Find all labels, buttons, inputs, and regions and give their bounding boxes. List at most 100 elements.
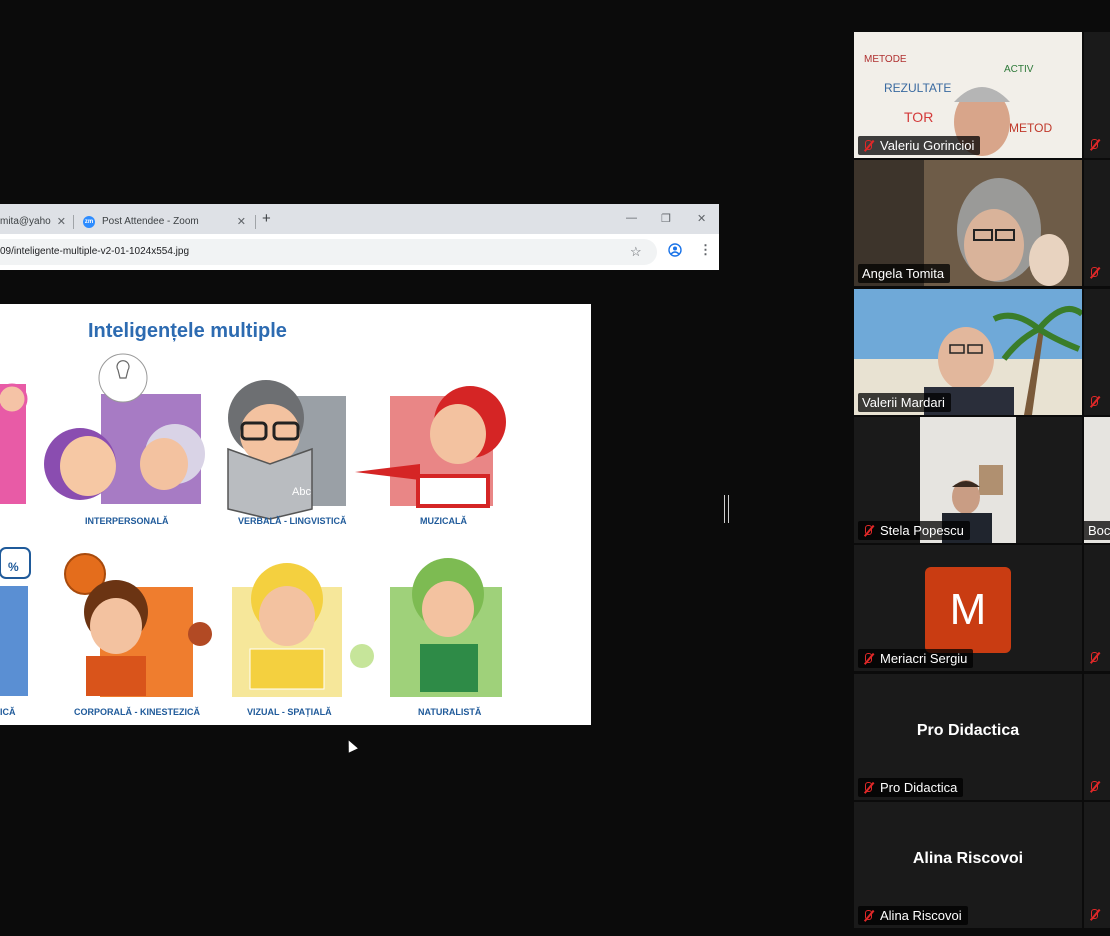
browser-tab-mail[interactable]: mita@yaho ✕ bbox=[0, 209, 74, 234]
muted-mic-icon bbox=[862, 652, 874, 666]
participant-tile-partial[interactable]: Boc bbox=[1084, 417, 1110, 543]
muted-mic-icon bbox=[1088, 266, 1100, 280]
participant-tile-partial[interactable] bbox=[1084, 674, 1110, 800]
sport-boy-face bbox=[90, 598, 142, 654]
abc-label: Abc bbox=[292, 486, 311, 498]
participant-name-tag: Pro Didactica bbox=[858, 778, 964, 797]
tab-title: mita@yaho bbox=[0, 216, 51, 227]
svg-text:TOR: TOR bbox=[904, 109, 933, 125]
participant-tile-partial[interactable] bbox=[1084, 160, 1110, 286]
muted-mic-icon bbox=[1088, 780, 1100, 794]
caption-naturalist: NATURALISTĂ bbox=[418, 707, 482, 717]
window-close-icon[interactable]: ✕ bbox=[697, 212, 706, 225]
muted-mic-icon bbox=[862, 909, 874, 923]
participant-tile-active-speaker[interactable]: Angela Tomita bbox=[854, 160, 1082, 286]
mouse-cursor-icon bbox=[344, 738, 358, 753]
girl-face bbox=[60, 436, 116, 496]
panel-resize-handle[interactable] bbox=[724, 495, 729, 523]
close-icon[interactable]: ✕ bbox=[57, 215, 66, 228]
svg-text:REZULTATE: REZULTATE bbox=[884, 81, 951, 95]
participant-name: Valerii Mardari bbox=[862, 395, 945, 410]
lightbulb-icon bbox=[116, 360, 130, 379]
participant-name-tag: Boc bbox=[1084, 521, 1110, 540]
address-bar-row: 09/inteligente-multiple-v2-01-1024x554.j… bbox=[0, 234, 719, 270]
tab-title: Post Attendee - Zoom bbox=[102, 216, 199, 227]
url-text: 09/inteligente-multiple-v2-01-1024x554.j… bbox=[0, 246, 190, 257]
tab-separator bbox=[255, 215, 256, 229]
nature-dress bbox=[420, 644, 478, 692]
participant-name: Valeriu Gorincioi bbox=[880, 138, 975, 153]
participant-name-tag: Meriacri Sergiu bbox=[858, 649, 974, 668]
granny-face bbox=[140, 438, 188, 490]
caption-verbal: VERBALĂ - LINGVISTICĂ bbox=[238, 516, 347, 526]
blue-square bbox=[0, 586, 28, 696]
profile-icon[interactable] bbox=[668, 243, 682, 260]
avatar: M bbox=[925, 567, 1011, 653]
participant-display-name: Pro Didactica bbox=[916, 722, 1020, 739]
participant-tile[interactable]: METODE REZULTATE TOR ACTIV METOD Valeriu… bbox=[854, 32, 1082, 158]
svg-text:ACTIV: ACTIV bbox=[1004, 64, 1034, 75]
participant-tile-partial[interactable] bbox=[1084, 802, 1110, 928]
muted-mic-icon bbox=[1088, 138, 1100, 152]
zoom-favicon-icon: zm bbox=[83, 215, 95, 228]
caption-logical-partial: ICĂ bbox=[0, 707, 16, 717]
flowers-icon bbox=[350, 644, 374, 668]
participant-tile[interactable]: Stela Popescu bbox=[854, 417, 1082, 543]
url-field[interactable]: 09/inteligente-multiple-v2-01-1024x554.j… bbox=[0, 239, 657, 265]
participant-name: Meriacri Sergiu bbox=[880, 651, 968, 666]
caption-bodily: CORPORALĂ - KINESTEZICĂ bbox=[74, 707, 200, 717]
ball-right bbox=[188, 622, 212, 646]
tab-strip: mita@yaho ✕ zm Post Attendee - Zoom ✕ + … bbox=[0, 204, 719, 234]
caption-visual: VIZUAL - SPAȚIALĂ bbox=[247, 707, 332, 717]
striped-shirt bbox=[416, 474, 490, 508]
participant-name: Pro Didactica bbox=[880, 780, 958, 795]
participant-tile[interactable]: Alina Riscovoi Alina Riscovoi bbox=[854, 802, 1082, 928]
participant-name: Stela Popescu bbox=[880, 523, 964, 538]
minimize-icon[interactable]: — bbox=[626, 212, 637, 224]
muted-mic-icon bbox=[862, 781, 874, 795]
muted-mic-icon bbox=[1088, 908, 1100, 922]
music-boy-face bbox=[430, 404, 486, 464]
caption-interpersonal: INTERPERSONALĂ bbox=[85, 516, 169, 526]
participant-name-tag: Valerii Mardari bbox=[858, 393, 951, 412]
participant-tile-partial[interactable] bbox=[1084, 32, 1110, 158]
magnifier-figure bbox=[0, 383, 28, 415]
participant-tile[interactable]: Valerii Mardari bbox=[854, 289, 1082, 415]
participant-tile-partial[interactable] bbox=[1084, 289, 1110, 415]
percent-label: % bbox=[8, 560, 19, 574]
muted-mic-icon bbox=[1088, 651, 1100, 665]
trumpet-icon bbox=[355, 464, 420, 480]
muted-mic-icon bbox=[862, 524, 874, 538]
participant-tile[interactable]: M Meriacri Sergiu bbox=[854, 545, 1082, 671]
caption-musical: MUZICALĂ bbox=[420, 516, 467, 526]
svg-text:METOD: METOD bbox=[1009, 121, 1052, 135]
sport-shirt bbox=[86, 656, 146, 696]
participant-tile-partial[interactable] bbox=[1084, 545, 1110, 671]
visual-shirt bbox=[249, 648, 325, 690]
muted-mic-icon bbox=[862, 139, 874, 153]
participant-name-tag: Angela Tomita bbox=[858, 264, 951, 283]
participant-tile[interactable]: Pro Didactica Pro Didactica bbox=[854, 674, 1082, 800]
nature-girl-face bbox=[422, 581, 474, 637]
boy-face bbox=[240, 404, 300, 464]
browser-tab-zoom[interactable]: zm Post Attendee - Zoom ✕ bbox=[76, 209, 254, 234]
tab-separator bbox=[73, 215, 74, 229]
muted-mic-icon bbox=[1088, 395, 1100, 409]
visual-girl-face bbox=[259, 586, 315, 646]
shared-slide-image: Inteligențele multiple Abc % INTERPERSON… bbox=[0, 304, 591, 725]
close-icon[interactable]: ✕ bbox=[237, 215, 246, 228]
new-tab-button[interactable]: + bbox=[262, 210, 271, 227]
shared-browser-window: mita@yaho ✕ zm Post Attendee - Zoom ✕ + … bbox=[0, 204, 719, 270]
participant-name-tag: Alina Riscovoi bbox=[858, 906, 968, 925]
menu-kebab-icon[interactable]: ⋮ bbox=[699, 242, 712, 258]
participant-display-name: Alina Riscovoi bbox=[912, 850, 1024, 867]
restore-icon[interactable]: ❐ bbox=[661, 212, 671, 225]
participant-name-tag: Stela Popescu bbox=[858, 521, 970, 540]
participant-name: Alina Riscovoi bbox=[880, 908, 962, 923]
slide-illustrations bbox=[0, 353, 506, 697]
participant-name-tag: Valeriu Gorincioi bbox=[858, 136, 981, 155]
svg-text:METODE: METODE bbox=[864, 54, 907, 65]
participant-name: Angela Tomita bbox=[862, 266, 945, 281]
participant-name: Boc bbox=[1088, 523, 1110, 538]
star-icon[interactable]: ☆ bbox=[630, 244, 642, 260]
